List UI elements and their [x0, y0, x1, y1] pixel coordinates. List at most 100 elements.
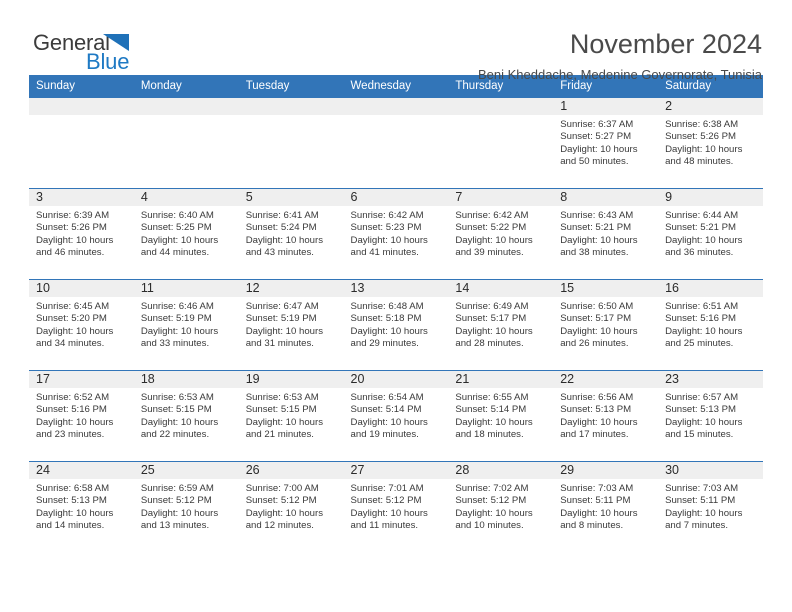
calendar-day-cell[interactable]: 20 Sunrise: 6:54 AM Sunset: 5:14 PM Dayligh…: [343, 370, 449, 462]
day-details: Sunrise: 7:03 AM Sunset: 5:11 PM Daylight:…: [658, 479, 763, 533]
day-number: 10: [29, 280, 134, 297]
calendar-day-cell[interactable]: 22 Sunrise: 6:56 AM Sunset: 5:13 PM Dayligh…: [553, 370, 659, 462]
calendar-day-cell[interactable]: 12 Sunrise: 6:47 AM Sunset: 5:19 PM Dayligh…: [238, 279, 344, 371]
day-number: [343, 98, 449, 115]
day-details: Sunrise: 6:58 AM Sunset: 5:13 PM Daylight:…: [29, 479, 134, 533]
day-number: 30: [658, 462, 763, 479]
day-number: 19: [238, 371, 344, 388]
day-number: 16: [658, 280, 763, 297]
day-number: [133, 98, 239, 115]
sunrise-text: Sunrise: 6:52 AM: [36, 392, 110, 403]
calendar-day-cell[interactable]: 28 Sunrise: 7:02 AM Sunset: 5:12 PM Dayligh…: [448, 461, 554, 552]
calendar-day-cell[interactable]: 4 Sunrise: 6:40 AM Sunset: 5:25 PM Daylight…: [133, 188, 239, 280]
calendar-day-cell[interactable]: 15 Sunrise: 6:50 AM Sunset: 5:17 PM Dayligh…: [553, 279, 659, 371]
title-block: November 2024 Beni Kheddache, Medenine G…: [477, 29, 763, 83]
calendar-day-cell[interactable]: 27 Sunrise: 7:01 AM Sunset: 5:12 PM Dayligh…: [343, 461, 449, 552]
daylight-text: Daylight: 10 hours and 50 minutes.: [560, 143, 638, 168]
day-number: 14: [448, 280, 554, 297]
calendar-body: 1 Sunrise: 6:37 AM Sunset: 5:27 PM Daylight…: [29, 98, 763, 552]
sunrise-text: Sunrise: 6:55 AM: [455, 392, 529, 403]
sunrise-text: Sunrise: 6:49 AM: [455, 301, 529, 312]
sunset-text: Sunset: 5:19 PM: [140, 313, 212, 325]
calendar-day-cell[interactable]: 25 Sunrise: 6:59 AM Sunset: 5:12 PM Dayligh…: [133, 461, 239, 552]
sunset-text: Sunset: 5:27 PM: [560, 131, 632, 143]
sunrise-text: Sunrise: 6:38 AM: [665, 119, 739, 130]
day-number: 25: [133, 462, 239, 479]
location-subtitle: Beni Kheddache, Medenine Governorate, Tu…: [477, 67, 762, 83]
calendar-day-cell[interactable]: 14 Sunrise: 6:49 AM Sunset: 5:17 PM Dayligh…: [448, 279, 554, 371]
day-details: Sunrise: 6:38 AM Sunset: 5:26 PM Daylight:…: [658, 115, 763, 169]
sunset-text: Sunset: 5:12 PM: [245, 495, 317, 507]
calendar-day-cell[interactable]: 9 Sunrise: 6:44 AM Sunset: 5:21 PM Daylight…: [658, 188, 763, 280]
sunset-text: Sunset: 5:25 PM: [140, 222, 212, 234]
sunrise-text: Sunrise: 6:42 AM: [350, 210, 424, 221]
calendar-day-cell[interactable]: 6 Sunrise: 6:42 AM Sunset: 5:23 PM Daylight…: [343, 188, 449, 280]
calendar-day-cell[interactable]: 30 Sunrise: 7:03 AM Sunset: 5:11 PM Dayligh…: [658, 461, 763, 552]
sunset-text: Sunset: 5:26 PM: [665, 131, 736, 143]
sunrise-text: Sunrise: 7:01 AM: [350, 483, 424, 494]
calendar-day-cell[interactable]: 10 Sunrise: 6:45 AM Sunset: 5:20 PM Dayligh…: [29, 279, 134, 371]
sunrise-text: Sunrise: 6:53 AM: [245, 392, 319, 403]
calendar-day-cell[interactable]: 17 Sunrise: 6:52 AM Sunset: 5:16 PM Dayligh…: [29, 370, 134, 462]
calendar-day-cell[interactable]: 8 Sunrise: 6:43 AM Sunset: 5:21 PM Daylight…: [553, 188, 659, 280]
sunrise-text: Sunrise: 6:39 AM: [36, 210, 110, 221]
sunset-text: Sunset: 5:20 PM: [36, 313, 107, 325]
day-details: Sunrise: 6:53 AM Sunset: 5:15 PM Daylight:…: [239, 388, 344, 442]
sunset-text: Sunset: 5:18 PM: [350, 313, 422, 325]
day-number: 11: [133, 280, 239, 297]
calendar-day-cell[interactable]: 16 Sunrise: 6:51 AM Sunset: 5:16 PM Dayligh…: [658, 279, 763, 371]
calendar-week-row: 24 Sunrise: 6:58 AM Sunset: 5:13 PM Dayligh…: [29, 461, 763, 552]
sunset-text: Sunset: 5:11 PM: [560, 495, 631, 507]
sunrise-text: Sunrise: 7:00 AM: [245, 483, 319, 494]
sunset-text: Sunset: 5:24 PM: [245, 222, 317, 234]
calendar-week-row: 10 Sunrise: 6:45 AM Sunset: 5:20 PM Dayligh…: [29, 279, 763, 371]
calendar-day-cell[interactable]: 7 Sunrise: 6:42 AM Sunset: 5:22 PM Daylight…: [448, 188, 554, 280]
sunset-text: Sunset: 5:12 PM: [350, 495, 422, 507]
calendar-day-cell[interactable]: 13 Sunrise: 6:48 AM Sunset: 5:18 PM Dayligh…: [343, 279, 449, 371]
month-calendar-table: Sunday Monday Tuesday Wednesday Thursday…: [29, 75, 763, 552]
calendar-day-cell[interactable]: 29 Sunrise: 7:03 AM Sunset: 5:11 PM Dayligh…: [553, 461, 659, 552]
weekday-header-wednesday: Wednesday: [343, 75, 449, 98]
sunset-text: Sunset: 5:21 PM: [665, 222, 736, 234]
calendar-day-cell[interactable]: 23 Sunrise: 6:57 AM Sunset: 5:13 PM Dayligh…: [658, 370, 763, 462]
daylight-text: Daylight: 10 hours and 36 minutes.: [665, 234, 743, 259]
day-number: 29: [553, 462, 659, 479]
day-number: 23: [658, 371, 763, 388]
sunset-text: Sunset: 5:15 PM: [140, 404, 212, 416]
day-number: 26: [238, 462, 344, 479]
daylight-text: Daylight: 10 hours and 44 minutes.: [140, 234, 219, 259]
general-blue-logo[interactable]: General Blue: [29, 30, 159, 78]
calendar-day-cell-empty: [133, 98, 239, 189]
calendar-week-row: 3 Sunrise: 6:39 AM Sunset: 5:26 PM Daylight…: [29, 188, 763, 280]
sunset-text: Sunset: 5:21 PM: [560, 222, 632, 234]
sunrise-text: Sunrise: 7:03 AM: [665, 483, 739, 494]
page-header: General Blue November 2024 Beni Kheddach…: [29, 0, 763, 83]
day-details: Sunrise: 6:53 AM Sunset: 5:15 PM Daylight:…: [134, 388, 239, 442]
day-number: 27: [343, 462, 449, 479]
calendar-day-cell[interactable]: 1 Sunrise: 6:37 AM Sunset: 5:27 PM Daylight…: [553, 98, 659, 189]
calendar-day-cell[interactable]: 3 Sunrise: 6:39 AM Sunset: 5:26 PM Daylight…: [29, 188, 134, 280]
page-title: November 2024: [569, 29, 762, 59]
day-details: Sunrise: 7:02 AM Sunset: 5:12 PM Daylight:…: [448, 479, 553, 533]
calendar-day-cell[interactable]: 2 Sunrise: 6:38 AM Sunset: 5:26 PM Daylight…: [658, 98, 763, 189]
calendar-day-cell[interactable]: 19 Sunrise: 6:53 AM Sunset: 5:15 PM Dayligh…: [238, 370, 344, 462]
calendar-day-cell[interactable]: 11 Sunrise: 6:46 AM Sunset: 5:19 PM Dayligh…: [133, 279, 239, 371]
calendar-day-cell[interactable]: 24 Sunrise: 6:58 AM Sunset: 5:13 PM Dayligh…: [29, 461, 134, 552]
daylight-text: Daylight: 10 hours and 7 minutes.: [665, 507, 743, 532]
daylight-text: Daylight: 10 hours and 26 minutes.: [560, 325, 638, 350]
daylight-text: Daylight: 10 hours and 28 minutes.: [455, 325, 533, 350]
day-details: Sunrise: 6:45 AM Sunset: 5:20 PM Daylight:…: [29, 297, 134, 351]
daylight-text: Daylight: 10 hours and 12 minutes.: [245, 507, 324, 532]
calendar-day-cell[interactable]: 26 Sunrise: 7:00 AM Sunset: 5:12 PM Dayligh…: [238, 461, 344, 552]
sunset-text: Sunset: 5:26 PM: [36, 222, 107, 234]
calendar-day-cell[interactable]: 5 Sunrise: 6:41 AM Sunset: 5:24 PM Daylight…: [238, 188, 344, 280]
calendar-day-cell[interactable]: 21 Sunrise: 6:55 AM Sunset: 5:14 PM Dayligh…: [448, 370, 554, 462]
day-number: 17: [29, 371, 134, 388]
day-number: [448, 98, 554, 115]
sunrise-text: Sunrise: 6:54 AM: [350, 392, 424, 403]
calendar-day-cell[interactable]: 18 Sunrise: 6:53 AM Sunset: 5:15 PM Dayligh…: [133, 370, 239, 462]
sunrise-text: Sunrise: 6:43 AM: [560, 210, 634, 221]
sunrise-text: Sunrise: 6:48 AM: [350, 301, 424, 312]
calendar-week-row: 17 Sunrise: 6:52 AM Sunset: 5:16 PM Dayligh…: [29, 370, 763, 462]
sunrise-text: Sunrise: 6:53 AM: [140, 392, 214, 403]
